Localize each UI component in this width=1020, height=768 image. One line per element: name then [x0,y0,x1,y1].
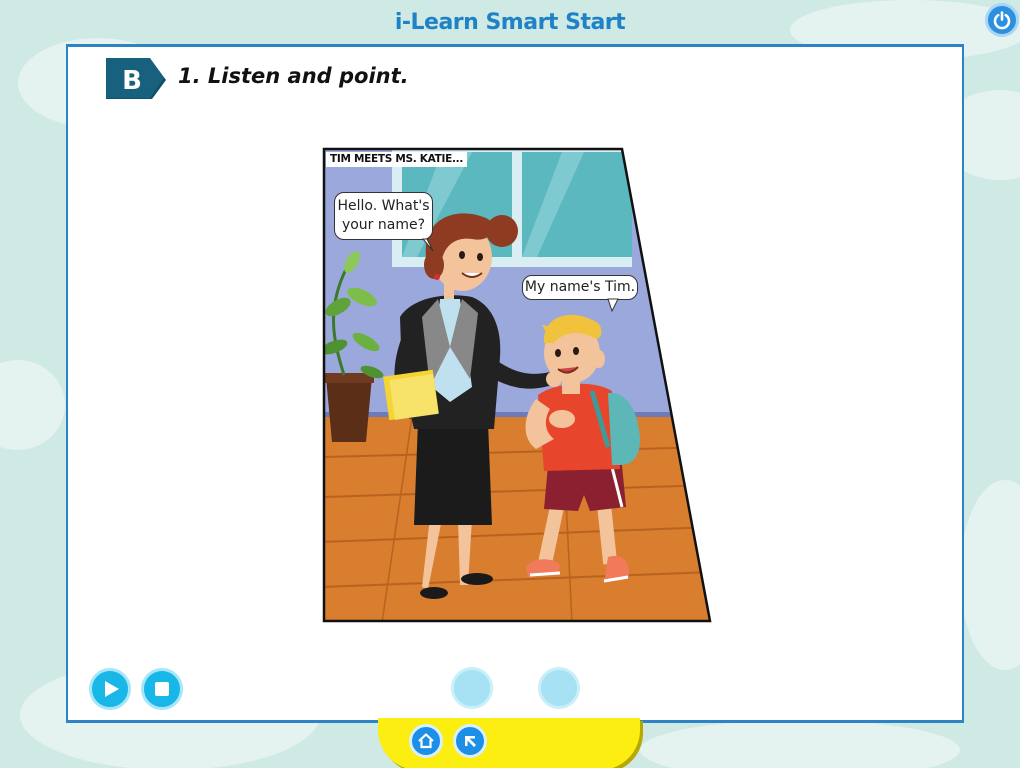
lesson-panel: B 1. Listen and point. TIM MEETS MS. KAT… [66,44,964,723]
comic-caption: TIM MEETS MS. KATIE... [326,152,468,167]
teacher-bubble-tail [421,238,434,252]
background-cloud [640,720,960,768]
teacher-speech-line-2: your name? [341,217,426,233]
back-button[interactable] [453,724,487,758]
background-cloud [960,480,1020,670]
home-button[interactable] [409,724,443,758]
teacher-speech-bubble: Hello. What's your name? [334,192,433,240]
power-button[interactable] [985,3,1019,37]
section-badge: B [106,58,166,99]
play-icon [105,681,119,697]
back-arrow-icon [465,736,476,747]
teacher-speech-line-1: Hello. What's [337,198,430,214]
section-letter: B [122,66,142,96]
play-button[interactable] [89,668,131,710]
app-title: i-Learn Smart Start [394,10,626,35]
page-dot-2[interactable] [538,667,580,709]
page-dot-1[interactable] [451,667,493,709]
stop-button[interactable] [141,668,183,710]
stop-icon [155,682,169,696]
power-icon [993,11,1011,30]
tim-speech-bubble: My name's Tim. [522,275,638,300]
tim-bubble-tail [607,298,619,313]
background-cloud [0,360,65,450]
instruction-text: 1. Listen and point. [178,64,409,88]
home-icon [418,733,434,749]
